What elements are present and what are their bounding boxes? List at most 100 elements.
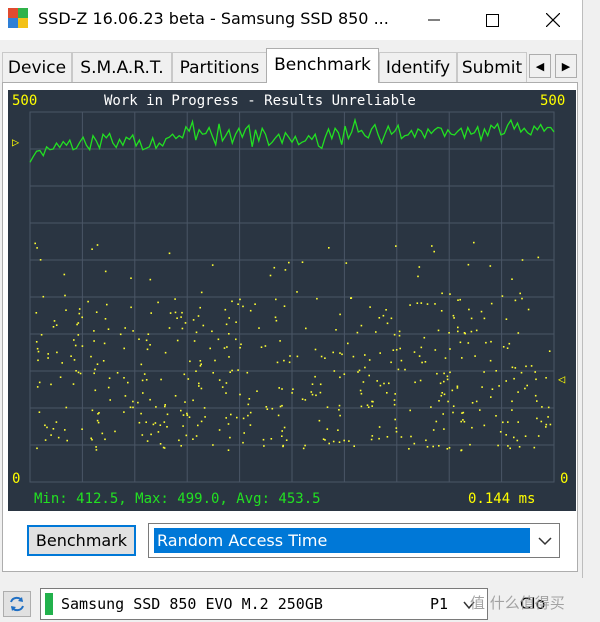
access-time-point bbox=[39, 259, 42, 261]
access-time-point bbox=[146, 348, 149, 351]
tab-identify[interactable]: Identify bbox=[379, 52, 457, 82]
access-time-point bbox=[263, 445, 265, 447]
access-time-point bbox=[57, 436, 60, 439]
graph-stats-text: Min: 412.5, Max: 499.0, Avg: 453.5 bbox=[34, 491, 321, 507]
access-time-point bbox=[138, 421, 141, 424]
access-time-point bbox=[150, 312, 152, 314]
close-button[interactable] bbox=[524, 0, 582, 40]
access-time-point bbox=[66, 439, 68, 442]
access-time-point bbox=[239, 393, 241, 396]
access-time-point bbox=[285, 439, 288, 441]
access-time-point bbox=[480, 310, 483, 313]
tab-submit[interactable]: Submit bbox=[457, 52, 527, 82]
access-time-point bbox=[73, 339, 75, 341]
access-time-point bbox=[426, 446, 429, 448]
access-time-point bbox=[93, 372, 95, 375]
access-time-point bbox=[260, 346, 263, 348]
access-time-point bbox=[38, 381, 41, 384]
access-time-point bbox=[108, 377, 111, 379]
access-time-point bbox=[137, 401, 139, 404]
access-time-point bbox=[81, 345, 84, 347]
maximize-button[interactable] bbox=[463, 0, 521, 40]
access-time-point bbox=[34, 242, 36, 245]
drive-name: Samsung SSD 850 EVO M.2 250GB bbox=[61, 595, 323, 613]
access-time-point bbox=[513, 377, 515, 380]
access-time-point bbox=[409, 409, 411, 412]
tab-bar: Device S.M.A.R.T. Partitions Identify Su… bbox=[0, 48, 582, 83]
tab-scroll-right-button[interactable]: ▶ bbox=[555, 54, 577, 78]
access-time-point bbox=[399, 347, 401, 350]
access-time-point bbox=[333, 370, 336, 372]
access-time-point bbox=[467, 342, 470, 344]
tab-smart[interactable]: S.M.A.R.T. bbox=[72, 52, 172, 82]
access-time-point bbox=[65, 309, 67, 311]
access-time-point bbox=[495, 370, 497, 372]
access-time-point bbox=[470, 317, 473, 320]
access-time-point bbox=[141, 434, 144, 436]
access-time-point bbox=[446, 448, 449, 450]
access-time-point bbox=[199, 365, 202, 367]
minimize-button[interactable] bbox=[405, 0, 463, 40]
access-time-point bbox=[87, 300, 89, 303]
access-time-point bbox=[540, 420, 543, 423]
access-time-point bbox=[157, 301, 159, 304]
access-time-point bbox=[123, 377, 125, 379]
access-time-point bbox=[145, 421, 147, 423]
access-time-point bbox=[490, 396, 492, 398]
access-time-point bbox=[519, 292, 521, 295]
access-time-point bbox=[481, 386, 483, 388]
access-time-point bbox=[97, 413, 99, 415]
access-time-point bbox=[274, 316, 277, 319]
access-time-point bbox=[218, 379, 221, 381]
tab-benchmark[interactable]: Benchmark bbox=[266, 48, 379, 83]
access-time-point bbox=[517, 391, 519, 393]
access-time-point bbox=[339, 313, 341, 316]
access-time-point bbox=[193, 340, 196, 342]
access-time-point bbox=[55, 421, 58, 423]
access-time-point bbox=[50, 383, 52, 386]
access-time-point bbox=[181, 311, 183, 314]
benchmark-button[interactable]: Benchmark bbox=[27, 525, 136, 556]
access-time-point bbox=[104, 318, 107, 320]
access-time-point bbox=[364, 366, 366, 369]
drive-select[interactable]: Samsung SSD 850 EVO M.2 250GB P1 bbox=[40, 588, 488, 620]
access-time-point bbox=[64, 294, 66, 297]
access-time-point bbox=[187, 378, 190, 380]
access-time-point bbox=[393, 399, 396, 401]
access-time-point bbox=[224, 308, 227, 311]
access-time-point bbox=[166, 413, 169, 416]
access-time-point bbox=[360, 392, 363, 395]
access-time-point bbox=[359, 389, 362, 392]
access-time-point bbox=[164, 405, 166, 408]
tab-partitions[interactable]: Partitions bbox=[172, 52, 267, 82]
access-time-point bbox=[47, 353, 49, 355]
access-time-point bbox=[181, 327, 184, 330]
access-time-point bbox=[479, 409, 481, 411]
access-time-point bbox=[304, 444, 306, 447]
access-time-point bbox=[104, 270, 107, 273]
access-time-point bbox=[368, 359, 371, 361]
tab-device[interactable]: Device bbox=[2, 52, 72, 82]
access-time-point bbox=[451, 389, 454, 392]
access-time-point bbox=[362, 381, 365, 383]
access-time-point bbox=[310, 391, 313, 393]
window-title: SSD-Z 16.06.23 beta - Samsung SSD 850 ..… bbox=[38, 9, 389, 28]
access-time-point bbox=[316, 297, 318, 300]
access-time-point bbox=[227, 423, 230, 425]
access-time-point bbox=[279, 405, 282, 408]
access-time-point bbox=[230, 413, 232, 416]
access-time-point bbox=[78, 312, 81, 315]
access-time-point bbox=[36, 447, 38, 450]
access-time-point bbox=[203, 407, 206, 409]
access-time-point bbox=[174, 311, 177, 314]
access-time-point bbox=[437, 329, 440, 332]
access-time-point bbox=[490, 302, 493, 305]
benchmark-mode-select[interactable]: Random Access Time bbox=[148, 523, 560, 558]
refresh-button[interactable] bbox=[3, 591, 31, 617]
access-time-point bbox=[517, 421, 519, 423]
access-time-point bbox=[164, 404, 166, 406]
access-time-point bbox=[420, 346, 423, 349]
tab-scroll-left-button[interactable]: ◀ bbox=[529, 54, 551, 78]
access-time-point bbox=[37, 350, 40, 353]
access-time-point bbox=[358, 369, 361, 372]
